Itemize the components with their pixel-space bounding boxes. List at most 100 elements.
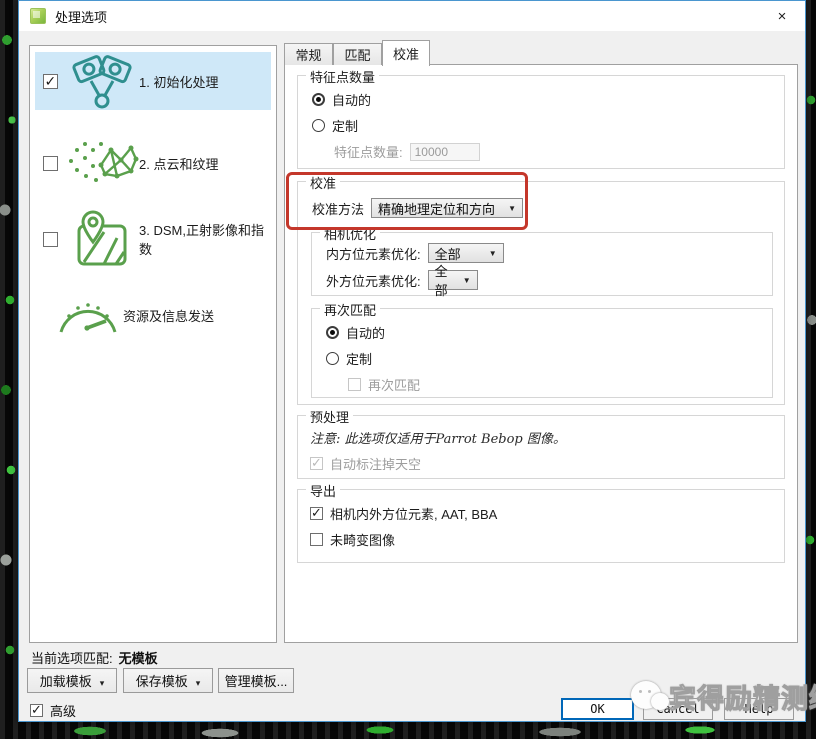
camera-optimization-group: 相机优化 内方位元素优化: 全部 ▼ 外方位元素优化: 全部 ▼ [311,232,773,296]
chevron-down-icon: ▾ [196,678,201,689]
rematch-auto-radio[interactable] [326,326,339,339]
checkbox-label: 高级 [50,701,76,720]
rematch-checkbox[interactable] [348,378,361,391]
calibration-method-label: 校准方法 [312,199,364,218]
match-label: 当前选项匹配: [31,651,113,666]
export-params-checkbox[interactable] [310,507,323,520]
radio-label: 自动的 [346,323,385,342]
tab-general[interactable]: 常规 [284,43,333,65]
button-label: Help [745,702,774,716]
checkbox-label: 再次匹配 [368,375,420,394]
button-label: 管理模板... [225,671,288,690]
sky-annotate-checkbox[interactable] [310,457,323,470]
ok-button[interactable]: OK [561,698,634,720]
export-params-row[interactable]: 相机内外方位元素, AAT, BBA [310,504,784,523]
undistorted-checkbox[interactable] [310,533,323,546]
sidebar-item-dsm-ortho[interactable]: 3. DSM,正射影像和指数 [35,210,271,268]
export-group: 导出 相机内外方位元素, AAT, BBA 未畸变图像 [297,489,785,563]
calibration-method-row: 校准方法 精确地理定位和方向 ▼ [312,198,784,218]
group-title: 特征点数量 [306,67,379,86]
keypoints-auto-radio[interactable] [312,93,325,106]
internal-params-label: 内方位元素优化: [326,244,421,263]
save-template-button[interactable]: 保存模板 ▾ [123,668,213,693]
tab-label: 常规 [295,45,321,64]
keypoints-count-label: 特征点数量: [334,142,403,161]
map-pin-icon [65,210,139,268]
tab-calibration[interactable]: 校准 [382,40,430,66]
radio-label: 自动的 [332,90,371,109]
app-icon [30,8,46,24]
processing-options-dialog: 处理选项 × 1. 初始化处理 [18,0,806,722]
group-title: 预处理 [306,407,353,426]
keypoints-count-row: 特征点数量: [334,142,784,161]
rematch-custom-radio[interactable] [326,352,339,365]
processing-steps-panel: 1. 初始化处理 [29,45,277,643]
undistorted-row[interactable]: 未畸变图像 [310,530,784,549]
calibration-method-dropdown[interactable]: 精确地理定位和方向 ▼ [371,198,523,218]
sky-annotate-row: 自动标注掉天空 [310,454,784,473]
group-title: 导出 [306,481,340,500]
title-bar: 处理选项 × [19,1,805,31]
chevron-down-icon: ▼ [455,276,471,285]
tab-label: 校准 [393,44,419,63]
chevron-down-icon: ▼ [481,249,497,258]
step1-checkbox[interactable] [43,74,58,89]
button-label: Cancel [656,702,699,716]
sidebar-item-label: 1. 初始化处理 [139,72,218,91]
manage-templates-button[interactable]: 管理模板... [218,668,294,693]
calibration-tab-pane: 特征点数量 自动的 定制 特征点数量: 校准 校准方法 精确地理定位和方向 ▼ [284,64,798,643]
point-cloud-icon [65,137,139,189]
preprocessing-group: 预处理 注意: 此选项仅适用于Parrot Bebop 图像。 自动标注掉天空 [297,415,785,479]
group-title: 校准 [306,173,340,192]
tab-label: 匹配 [344,45,370,64]
button-label: 加载模板 [40,671,92,690]
cameras-icon [65,53,139,109]
tab-matching[interactable]: 匹配 [333,43,382,65]
sidebar-item-label: 2. 点云和纹理 [139,154,218,173]
rematch-checkbox-row: 再次匹配 [348,375,772,394]
load-template-button[interactable]: 加载模板 ▾ [27,668,117,693]
internal-params-row: 内方位元素优化: 全部 ▼ [326,243,772,263]
keypoints-count-input[interactable] [410,143,480,161]
step2-checkbox[interactable] [43,156,58,171]
chevron-down-icon: ▼ [500,204,516,213]
help-button[interactable]: Help [724,698,794,720]
dropdown-value: 全部 [435,261,455,299]
rematch-custom-option[interactable]: 定制 [326,349,772,368]
button-label: 保存模板 [136,671,188,690]
external-params-row: 外方位元素优化: 全部 ▼ [326,270,772,290]
sidebar-item-resources[interactable]: 资源及信息发送 [35,286,271,344]
advanced-checkbox[interactable] [30,704,43,717]
keypoints-custom-radio[interactable] [312,119,325,132]
radio-label: 定制 [346,349,372,368]
sidebar-item-label: 3. DSM,正射影像和指数 [139,220,271,258]
preprocessing-note: 注意: 此选项仅适用于Parrot Bebop 图像。 [310,428,784,447]
checkbox-label: 自动标注掉天空 [330,454,421,473]
radio-label: 定制 [332,116,358,135]
close-icon[interactable]: × [769,5,795,27]
dialog-title: 处理选项 [55,7,107,26]
external-params-label: 外方位元素优化: [326,271,421,290]
sidebar-item-initial-processing[interactable]: 1. 初始化处理 [35,52,271,110]
button-label: OK [590,702,604,716]
group-title: 相机优化 [320,224,380,243]
keypoints-auto-option[interactable]: 自动的 [312,90,784,109]
sidebar-item-label: 资源及信息发送 [123,306,214,325]
rematch-group: 再次匹配 自动的 定制 再次匹配 [311,308,773,398]
internal-params-dropdown[interactable]: 全部 ▼ [428,243,504,263]
rematch-auto-option[interactable]: 自动的 [326,323,772,342]
cancel-button[interactable]: Cancel [643,698,713,720]
sidebar-item-point-cloud[interactable]: 2. 点云和纹理 [35,134,271,192]
keypoints-group: 特征点数量 自动的 定制 特征点数量: [297,75,785,169]
external-params-dropdown[interactable]: 全部 ▼ [428,270,478,290]
group-title: 再次匹配 [320,300,380,319]
match-value: 无模板 [119,651,158,666]
step3-checkbox[interactable] [43,232,58,247]
gauge-icon [53,294,123,336]
keypoints-custom-option[interactable]: 定制 [312,116,784,135]
advanced-option[interactable]: 高级 [30,701,76,720]
checkbox-label: 未畸变图像 [330,530,395,549]
current-template-status: 当前选项匹配: 无模板 [31,648,158,667]
dropdown-value: 精确地理定位和方向 [378,199,495,218]
chevron-down-icon: ▾ [100,678,105,689]
